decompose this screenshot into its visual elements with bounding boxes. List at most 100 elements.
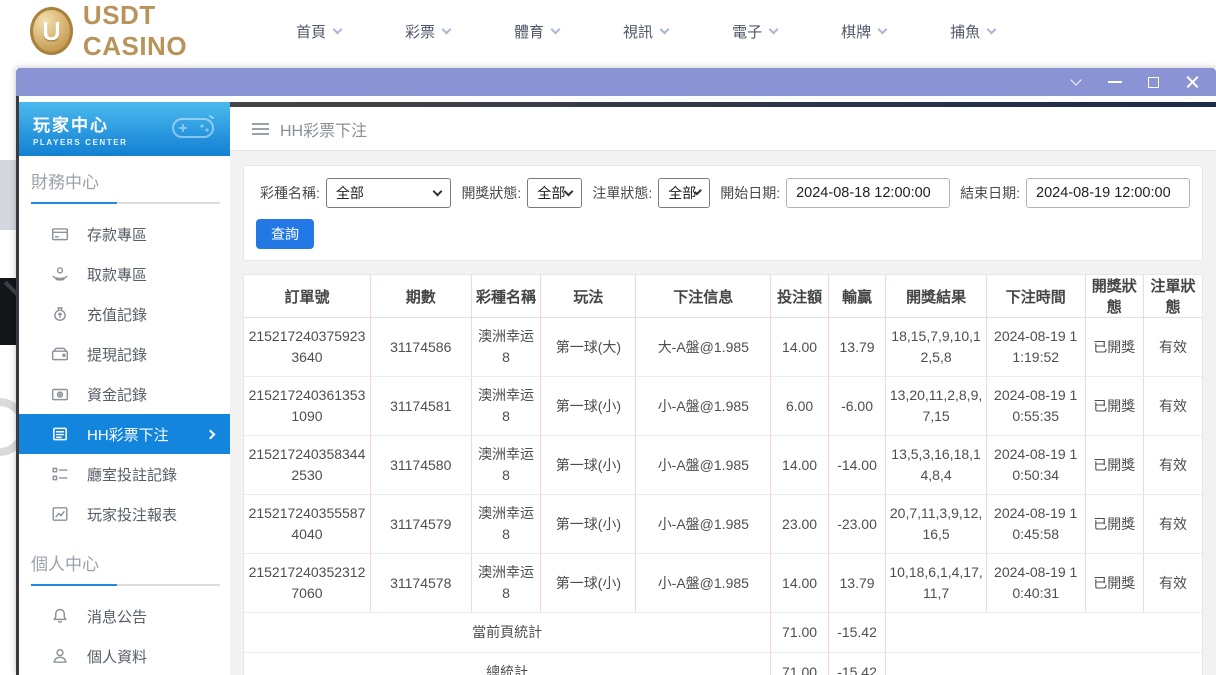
sidebar-item-label: 玩家投注報表 bbox=[87, 506, 178, 524]
sidebar-item-player-bet-report[interactable]: 玩家投注報表 bbox=[19, 494, 230, 534]
wallet-icon bbox=[51, 345, 69, 363]
table-cell: 澳洲幸运8 bbox=[471, 494, 542, 554]
table-cell: 小-A盤@1.985 bbox=[635, 553, 772, 613]
gamepad-icon bbox=[170, 113, 216, 146]
start-date-input[interactable] bbox=[786, 178, 951, 208]
page-title: HH彩票下注 bbox=[280, 122, 368, 140]
table-cell: 第一球(大) bbox=[540, 317, 637, 377]
draw-status-select[interactable]: 全部 bbox=[527, 178, 583, 208]
table-cell: 2152172403759233640 bbox=[244, 317, 371, 377]
logo-coin-icon: U bbox=[30, 7, 73, 55]
table-cell: 第一球(小) bbox=[540, 553, 637, 613]
summary-win-loss-total: -15.42 bbox=[828, 652, 887, 675]
nav-item-label: 棋牌 bbox=[841, 23, 872, 41]
logo-text: USDT CASINO bbox=[82, 0, 188, 61]
nav-item-label: 首頁 bbox=[296, 23, 327, 41]
sidebar-item-recharge-records[interactable]: 充值記錄 bbox=[19, 294, 230, 334]
sidebar-item-announcements[interactable]: 消息公告 bbox=[19, 596, 230, 636]
column-header-6: 輸贏 bbox=[828, 275, 887, 318]
summary-label: 當前頁統計 bbox=[244, 612, 772, 653]
sidebar-subtitle: PLAYERS CENTER bbox=[33, 138, 128, 147]
sidebar-item-profile[interactable]: 個人資料 bbox=[19, 636, 230, 675]
table-cell: 2152172403583442530 bbox=[244, 435, 371, 495]
logo-coin-letter: U bbox=[42, 15, 61, 46]
filter-panel: 彩種名稱: 全部 開獎狀態: 全部 注單狀態: 全部 開始日期: 2024-08… bbox=[243, 165, 1203, 261]
column-header-2: 彩種名稱 bbox=[471, 275, 542, 318]
chevron-down-icon bbox=[332, 24, 343, 34]
window-minimize-icon[interactable] bbox=[1107, 75, 1122, 90]
column-header-8: 下注時間 bbox=[986, 275, 1086, 318]
sidebar-item-hh-lottery-bets[interactable]: HH彩票下注 bbox=[19, 414, 230, 454]
site-logo[interactable]: U USDT CASINO bbox=[30, 0, 248, 62]
table-cell: 20,7,11,3,9,12,16,5 bbox=[885, 494, 987, 554]
table-cell: 小-A盤@1.985 bbox=[635, 494, 772, 554]
search-button[interactable]: 查詢 bbox=[256, 219, 314, 249]
table-cell: 2024-08-19 10:55:35 bbox=[986, 376, 1086, 436]
summary-win-loss-total: -15.42 bbox=[828, 612, 887, 653]
window-collapse-icon[interactable] bbox=[1068, 74, 1083, 90]
column-header-5: 投注額 bbox=[770, 275, 829, 318]
nav-item-live[interactable]: 視訊 bbox=[623, 21, 670, 42]
end-date-input[interactable] bbox=[1026, 178, 1190, 208]
table-cell: 小-A盤@1.985 bbox=[635, 435, 772, 495]
nav-item-sports[interactable]: 體育 bbox=[514, 21, 561, 42]
summary-row: 總統計 71.00 -15.42 bbox=[244, 652, 1202, 675]
column-header-3: 玩法 bbox=[540, 275, 637, 318]
table-row: 2152172403555874040 31174579 澳洲幸运8 第一球(小) 小-… bbox=[244, 494, 1202, 554]
sidebar-item-withdrawal-records[interactable]: 提現記錄 bbox=[19, 334, 230, 374]
chevron-down-icon bbox=[441, 24, 452, 34]
column-header-1: 期數 bbox=[370, 275, 472, 318]
page-content: 彩種名稱: 全部 開獎狀態: 全部 注單狀態: 全部 開始日期: 2024-08… bbox=[230, 151, 1216, 675]
table-cell: 2152172403613531090 bbox=[244, 376, 371, 436]
window-close-icon[interactable] bbox=[1185, 75, 1200, 90]
sidebar-item-label: 個人資料 bbox=[87, 648, 148, 666]
table-cell: -23.00 bbox=[828, 494, 887, 554]
table-cell: 13.79 bbox=[828, 317, 887, 377]
column-header-0: 訂單號 bbox=[244, 275, 371, 318]
column-header-7: 開獎結果 bbox=[885, 275, 987, 318]
nav-item-lottery[interactable]: 彩票 bbox=[405, 21, 452, 42]
table-row: 2152172403523127060 31174578 澳洲幸运8 第一球(小) 小-… bbox=[244, 553, 1202, 613]
hall-list-icon bbox=[51, 465, 69, 483]
table-cell: 小-A盤@1.985 bbox=[635, 376, 772, 436]
chevron-down-icon bbox=[768, 24, 779, 34]
nav-item-slots[interactable]: 電子 bbox=[732, 21, 779, 42]
sidebar-item-hall-bet-records[interactable]: 廳室投註記錄 bbox=[19, 454, 230, 494]
sidebar-item-label: 廳室投註記錄 bbox=[87, 466, 178, 484]
chevron-down-icon bbox=[877, 24, 888, 34]
sidebar-item-withdraw-zone[interactable]: 取款專區 bbox=[19, 254, 230, 294]
sidebar-item-deposit-zone[interactable]: 存款專區 bbox=[19, 214, 230, 254]
table-row: 2152172403759233640 31174586 澳洲幸运8 第一球(大) 大-… bbox=[244, 317, 1202, 377]
bell-icon bbox=[51, 607, 69, 625]
table-cell: 13,20,11,2,8,9,7,15 bbox=[885, 376, 987, 436]
window-titlebar[interactable] bbox=[16, 68, 1216, 96]
background-decor-block bbox=[0, 160, 16, 230]
table-cell: 有效 bbox=[1143, 494, 1202, 554]
table-cell: 澳洲幸运8 bbox=[471, 553, 542, 613]
lottery-name-select[interactable]: 全部 bbox=[325, 178, 452, 208]
coin-bag-icon bbox=[51, 385, 69, 403]
player-center-window: 玩家中心 PLAYERS CENTER 財務中心 存款專區 取款專區 充值記錄 提現記錄… bbox=[16, 68, 1216, 675]
nav-item-fishing[interactable]: 捕魚 bbox=[950, 21, 997, 42]
nav-item-label: 電子 bbox=[732, 23, 763, 41]
table-cell: 大-A盤@1.985 bbox=[635, 317, 772, 377]
nav-menu: 首頁 彩票 體育 視訊 電子 棋牌 捕魚 bbox=[296, 21, 997, 42]
table-cell: 13,5,3,16,18,14,8,4 bbox=[885, 435, 987, 495]
start-date-label: 開始日期: bbox=[720, 185, 781, 201]
menu-toggle-icon[interactable] bbox=[252, 120, 269, 138]
table-cell: 已開獎 bbox=[1085, 376, 1144, 436]
table-cell: 已開獎 bbox=[1085, 435, 1144, 495]
bets-book-icon bbox=[51, 425, 69, 443]
nav-item-chess[interactable]: 棋牌 bbox=[841, 21, 888, 42]
sidebar-item-label: 資金記錄 bbox=[87, 386, 148, 404]
window-maximize-icon[interactable] bbox=[1146, 75, 1161, 90]
top-navbar: U USDT CASINO 首頁 彩票 體育 視訊 電子 棋牌 捕魚 bbox=[0, 0, 1216, 62]
sidebar-item-label: 消息公告 bbox=[87, 608, 148, 626]
column-header-10: 注單狀態 bbox=[1143, 275, 1202, 318]
order-status-select[interactable]: 全部 bbox=[658, 178, 711, 208]
nav-item-home[interactable]: 首頁 bbox=[296, 21, 343, 42]
table-cell: 10,18,6,1,4,17,11,7 bbox=[885, 553, 987, 613]
summary-row: 當前頁統計 71.00 -15.42 bbox=[244, 612, 1202, 653]
sidebar-item-funds-records[interactable]: 資金記錄 bbox=[19, 374, 230, 414]
table-cell: 14.00 bbox=[770, 435, 829, 495]
